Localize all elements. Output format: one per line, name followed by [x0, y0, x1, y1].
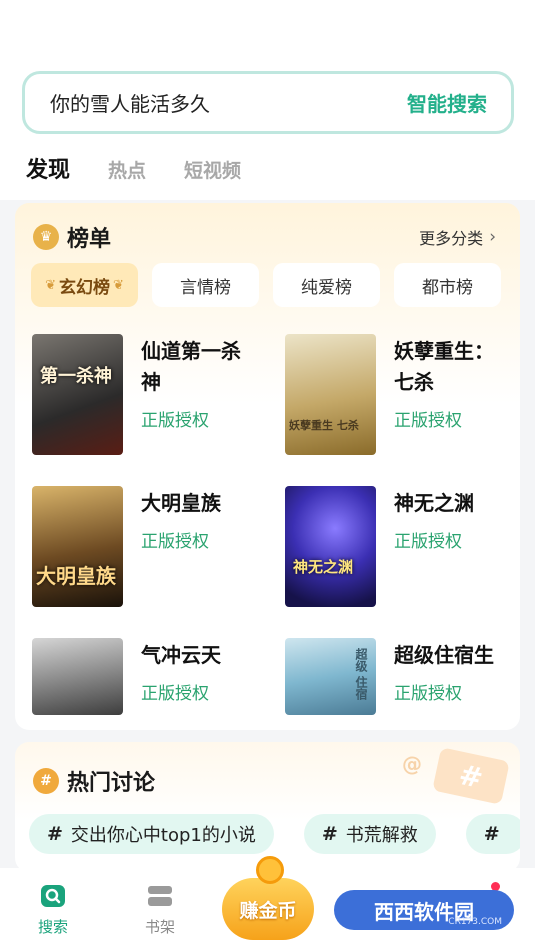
book-cover[interactable]: 神无之渊 [285, 486, 376, 607]
cover-title: 妖孽重生 七杀 [289, 419, 359, 432]
chevron-right-icon: › [489, 227, 496, 247]
more-categories-link[interactable]: 更多分类 › [419, 225, 496, 249]
book-title[interactable]: 妖孽重生：七杀 [394, 336, 512, 398]
ranking-tab-label: 言情榜 [180, 277, 231, 298]
hashtag-icon: # [321, 823, 338, 845]
book-cover[interactable] [32, 638, 123, 715]
ranking-tab-romance[interactable]: 言情榜 [152, 263, 259, 307]
bottom-nav: 搜索 书架 赚金币 西西软件园 CR173.COM [0, 856, 535, 951]
topic-chip-partial[interactable]: # [465, 814, 520, 854]
topic-chip[interactable]: # 交出你心中top1的小说 [29, 814, 274, 854]
laurel-left-icon: ❦ [45, 277, 56, 293]
rankings-card: ♛ 榜单 更多分类 › ❦ 玄幻榜 ❦ 言情榜 纯爱榜 都市榜 第一杀神 仙道第… [15, 203, 520, 730]
book-info: 神无之渊 正版授权 [394, 486, 512, 607]
book-license-tag: 正版授权 [394, 532, 462, 552]
topic-label: 交出你心中top1的小说 [70, 825, 256, 846]
tab-hot[interactable]: 热点 [108, 156, 146, 183]
rankings-header: ♛ 榜单 [33, 221, 111, 253]
nav-tabs: 发现 热点 短视频 [26, 152, 279, 184]
book-license-tag: 正版授权 [394, 684, 462, 704]
cover-title: 第一杀神 [40, 366, 112, 387]
book-info: 仙道第一杀神 正版授权 [141, 334, 259, 455]
discussion-title: 热门讨论 [67, 771, 156, 796]
discussion-header: # 热门讨论 [33, 765, 155, 797]
watermark-subtext: CR173.COM [448, 917, 502, 927]
book-item[interactable]: 第一杀神 仙道第一杀神 正版授权 [32, 334, 259, 455]
cover-title: 神无之渊 [293, 558, 354, 576]
search-box[interactable]: 你的雪人能活多久 智能搜索 [22, 71, 514, 134]
topic-list: # 交出你心中top1的小说 # 书荒解救 # [29, 814, 520, 854]
book-license-tag: 正版授权 [141, 684, 209, 704]
book-title[interactable]: 仙道第一杀神 [141, 336, 259, 398]
laurel-right-icon: ❦ [113, 277, 124, 293]
ranking-tab-bl[interactable]: 纯爱榜 [273, 263, 380, 307]
book-item[interactable]: 神无之渊 神无之渊 正版授权 [285, 486, 512, 607]
hashtag-icon: # [483, 823, 500, 845]
tab-short-video[interactable]: 短视频 [184, 156, 241, 183]
ranking-tab-label: 纯爱榜 [301, 277, 352, 298]
cover-title: 超级 住宿 [354, 648, 368, 701]
book-license-tag: 正版授权 [141, 411, 209, 431]
search-input[interactable]: 你的雪人能活多久 [50, 88, 210, 117]
topic-chip[interactable]: # 书荒解救 [303, 814, 436, 854]
hashtag-icon: # [47, 823, 63, 845]
trophy-icon: ♛ [33, 224, 59, 250]
book-cover[interactable]: 大明皇族 [32, 486, 123, 607]
ranking-tab-fantasy[interactable]: ❦ 玄幻榜 ❦ [31, 263, 138, 307]
book-info: 妖孽重生：七杀 正版授权 [394, 334, 512, 455]
book-license-tag: 正版授权 [141, 532, 209, 552]
earn-coins-label: 赚金币 [239, 899, 297, 922]
book-item[interactable]: 气冲云天 正版授权 [32, 638, 259, 715]
book-item[interactable]: 超级 住宿 超级住宿生 正版授权 [285, 638, 512, 715]
book-item[interactable]: 大明皇族 大明皇族 正版授权 [32, 486, 259, 607]
bookshelf-icon [148, 886, 172, 906]
book-license-tag: 正版授权 [394, 411, 462, 431]
book-info: 气冲云天 正版授权 [141, 638, 259, 715]
more-categories-label: 更多分类 [419, 229, 484, 248]
watermark-logo: 西西软件园 CR173.COM [334, 890, 514, 930]
rankings-title: 榜单 [67, 227, 112, 252]
book-item[interactable]: 妖孽重生 七杀 妖孽重生：七杀 正版授权 [285, 334, 512, 455]
hashtag-icon: # [33, 768, 59, 794]
at-decoration-icon: @ [402, 752, 422, 776]
book-title[interactable]: 神无之渊 [394, 488, 512, 519]
book-cover[interactable]: 第一杀神 [32, 334, 123, 455]
topic-label: 书荒解救 [345, 825, 418, 846]
ranking-tabs: ❦ 玄幻榜 ❦ 言情榜 纯爱榜 都市榜 [31, 263, 515, 307]
coin-icon [256, 856, 284, 884]
book-info: 超级住宿生 正版授权 [394, 638, 512, 715]
search-tab-icon [41, 885, 65, 907]
bottom-tab-bookshelf[interactable]: 书架 [145, 884, 175, 937]
ranking-tab-label: 都市榜 [422, 277, 473, 298]
earn-coins-button[interactable]: 赚金币 [222, 878, 314, 940]
ranking-tab-label: 玄幻榜 [59, 277, 110, 298]
book-title[interactable]: 超级住宿生 [394, 640, 512, 671]
ranking-tab-urban[interactable]: 都市榜 [394, 263, 501, 307]
book-title[interactable]: 气冲云天 [141, 640, 259, 671]
cover-title: 大明皇族 [36, 564, 116, 588]
bottom-tab-label: 书架 [145, 918, 176, 936]
book-cover[interactable]: 超级 住宿 [285, 638, 376, 715]
book-info: 大明皇族 正版授权 [141, 486, 259, 607]
bottom-tab-label: 搜索 [38, 918, 69, 936]
hot-discussion-card: @ # # 热门讨论 # 交出你心中top1的小说 # 书荒解救 # [15, 742, 520, 872]
smart-search-button[interactable]: 智能搜索 [407, 88, 487, 117]
bottom-tab-search[interactable]: 搜索 [38, 884, 68, 937]
book-title[interactable]: 大明皇族 [141, 488, 259, 519]
book-cover[interactable]: 妖孽重生 七杀 [285, 334, 376, 455]
hashtag-decoration-icon: # [432, 747, 510, 805]
tab-discover[interactable]: 发现 [26, 152, 71, 184]
